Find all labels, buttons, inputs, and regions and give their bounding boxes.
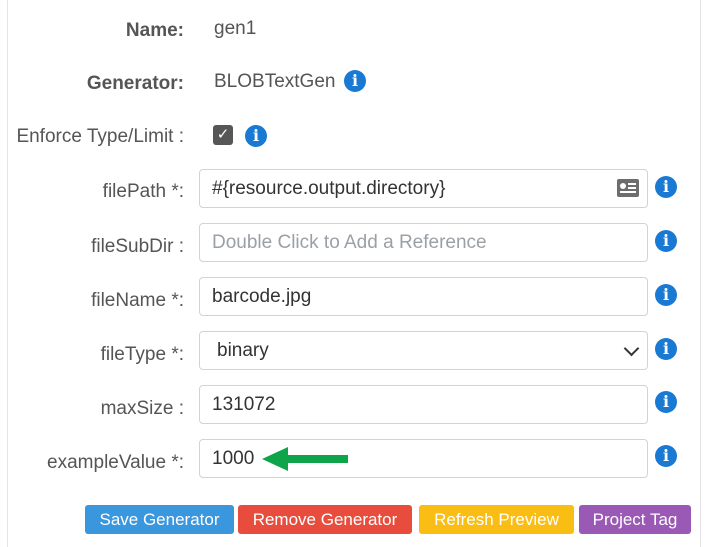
maxsize-label: maxSize : [100,398,184,419]
filetype-value: binary [217,340,269,361]
info-icon[interactable]: i [655,445,677,467]
enforce-checkbox[interactable]: ✓ [213,125,233,145]
info-icon[interactable]: i [655,338,677,360]
filepath-input[interactable]: #{resource.output.directory} [199,169,648,208]
name-label: Name: [125,20,184,41]
filesubdir-input[interactable]: Double Click to Add a Reference [199,223,648,262]
info-icon[interactable]: i [655,230,677,252]
enforce-label: Enforce Type/Limit : [16,126,184,147]
id-card-icon[interactable] [617,179,639,197]
name-value: gen1 [214,18,257,39]
filename-label: fileName *: [91,290,184,311]
maxsize-input[interactable]: 131072 [199,385,648,424]
chevron-down-icon [623,340,640,357]
filepath-label: filePath *: [102,181,184,202]
info-icon[interactable]: i [245,125,267,147]
examplevalue-label: exampleValue *: [47,452,184,473]
info-icon[interactable]: i [655,391,677,413]
filetype-select[interactable]: binary [199,331,648,370]
info-icon[interactable]: i [655,176,677,198]
green-arrow-left-icon [262,447,348,471]
filesubdir-label: fileSubDir : [91,236,184,257]
remove-generator-button[interactable]: Remove Generator [238,505,412,534]
refresh-preview-button[interactable]: Refresh Preview [419,505,574,534]
save-generator-button[interactable]: Save Generator [85,505,234,534]
info-icon[interactable]: i [344,70,366,92]
generator-label: Generator: [86,73,184,94]
info-icon[interactable]: i [655,284,677,306]
generator-value: BLOBTextGen [214,71,336,92]
project-tag-button[interactable]: Project Tag [579,505,691,534]
filepath-value: #{resource.output.directory} [212,178,446,199]
filetype-label: fileType *: [100,344,184,365]
filename-input[interactable]: barcode.jpg [199,277,648,316]
